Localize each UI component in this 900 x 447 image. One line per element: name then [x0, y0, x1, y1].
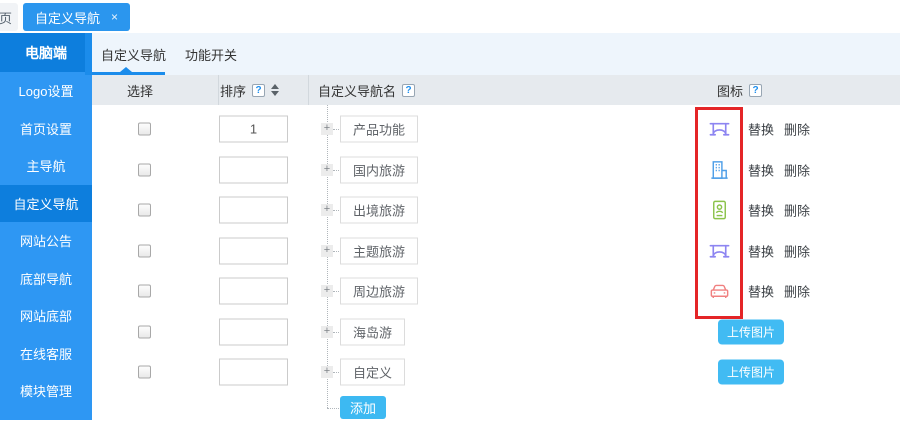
- row-checkbox[interactable]: [138, 325, 151, 338]
- upload-image-button[interactable]: 上传图片: [718, 360, 784, 385]
- sidebar-item[interactable]: Logo设置: [0, 72, 92, 110]
- active-tab-accent: [85, 33, 92, 75]
- delete-link[interactable]: 删除: [784, 201, 810, 220]
- sort-order-input[interactable]: [219, 237, 288, 264]
- tree-expand-icon[interactable]: +: [321, 245, 333, 257]
- tree-expand-icon[interactable]: +: [321, 285, 333, 297]
- replace-link[interactable]: 替换: [748, 282, 774, 301]
- sidebar-item[interactable]: 模块管理: [0, 372, 92, 410]
- row-checkbox[interactable]: [138, 163, 151, 176]
- row-actions: 替换删除: [748, 120, 810, 139]
- tab-custom-nav[interactable]: 自定义导航: [101, 33, 166, 75]
- window-tab-bar: 页 自定义导航 ×: [0, 0, 900, 33]
- sidebar-item[interactable]: 自定义导航: [0, 185, 92, 223]
- sort-order-input[interactable]: [219, 197, 288, 224]
- sidebar-item[interactable]: 在线客服: [0, 335, 92, 373]
- tab-feature-switch[interactable]: 功能开关: [185, 33, 237, 75]
- nav-name-button[interactable]: 海岛游: [340, 318, 405, 345]
- row-actions: 替换删除: [748, 282, 810, 301]
- tree-expand-icon[interactable]: +: [321, 366, 333, 378]
- sort-order-input[interactable]: [219, 318, 288, 345]
- delete-link[interactable]: 删除: [784, 160, 810, 179]
- table-row: + 周边旅游 替换删除: [92, 271, 900, 312]
- sidebar-item[interactable]: 子站管理: [0, 410, 92, 447]
- row-actions: 替换删除: [748, 241, 810, 260]
- upload-image-button[interactable]: 上传图片: [718, 319, 784, 344]
- bridge-icon: [708, 239, 731, 262]
- table-header: 选择 排序 ? 自定义导航名 ? 图标 ?: [92, 75, 900, 105]
- table-row: + 出境旅游 替换删除: [92, 190, 900, 231]
- table-row: + 产品功能 替换删除: [92, 109, 900, 150]
- table-row: + 自定义 上传图片: [92, 352, 900, 393]
- delete-link[interactable]: 删除: [784, 282, 810, 301]
- sidebar-item[interactable]: 主导航: [0, 147, 92, 185]
- content-tab-strip: 自定义导航 功能开关: [92, 33, 900, 75]
- nav-name-button[interactable]: 出境旅游: [340, 197, 418, 224]
- close-icon[interactable]: ×: [111, 10, 118, 24]
- sort-order-input[interactable]: [219, 278, 288, 305]
- sidebar-item[interactable]: 底部导航: [0, 260, 92, 298]
- nav-name-button[interactable]: 主题旅游: [340, 237, 418, 264]
- nav-name-button[interactable]: 产品功能: [340, 116, 418, 143]
- row-checkbox[interactable]: [138, 204, 151, 217]
- tree-expand-icon[interactable]: +: [321, 326, 333, 338]
- nav-name-button[interactable]: 国内旅游: [340, 156, 418, 183]
- row-checkbox[interactable]: [138, 123, 151, 136]
- column-divider: [308, 75, 309, 105]
- tree-expand-icon[interactable]: +: [321, 164, 333, 176]
- sort-order-input[interactable]: [219, 359, 288, 386]
- replace-link[interactable]: 替换: [748, 120, 774, 139]
- help-icon[interactable]: ?: [749, 84, 762, 97]
- active-tab-caret-icon: [120, 67, 132, 72]
- sort-order-input[interactable]: [219, 156, 288, 183]
- sort-arrows-icon[interactable]: [271, 84, 279, 96]
- help-icon[interactable]: ?: [252, 84, 265, 97]
- sidebar: 电脑端 Logo设置首页设置主导航自定义导航网站公告底部导航网站底部在线客服模块…: [0, 33, 92, 420]
- table-row: + 主题旅游 替换删除: [92, 231, 900, 272]
- delete-link[interactable]: 删除: [784, 241, 810, 260]
- tree-expand-icon[interactable]: +: [321, 204, 333, 216]
- car-icon: [708, 280, 731, 303]
- nav-name-button[interactable]: 周边旅游: [340, 278, 418, 305]
- replace-link[interactable]: 替换: [748, 160, 774, 179]
- tree-corner: [327, 408, 339, 409]
- badge-icon: [708, 199, 731, 222]
- sort-order-input[interactable]: [219, 116, 288, 143]
- row-actions: 替换删除: [748, 201, 810, 220]
- row-actions: 替换删除: [748, 160, 810, 179]
- tree-expand-icon[interactable]: +: [321, 123, 333, 135]
- help-icon[interactable]: ?: [402, 84, 415, 97]
- nav-name-button[interactable]: 自定义: [340, 359, 405, 386]
- header-sort: 排序: [220, 81, 246, 100]
- delete-link[interactable]: 删除: [784, 120, 810, 139]
- browser-tab-partial[interactable]: 页: [0, 3, 18, 31]
- header-select: 选择: [127, 81, 153, 100]
- sidebar-item[interactable]: 首页设置: [0, 110, 92, 148]
- column-divider: [218, 75, 219, 105]
- sidebar-header: 电脑端: [0, 33, 92, 72]
- row-checkbox[interactable]: [138, 366, 151, 379]
- header-nav-name: 自定义导航名: [318, 81, 396, 100]
- building-icon: [708, 158, 731, 181]
- table-row: + 国内旅游 替换删除: [92, 150, 900, 191]
- replace-link[interactable]: 替换: [748, 241, 774, 260]
- main-content: 自定义导航 功能开关 选择 排序 ? 自定义导航名 ? 图标 ? 添加: [92, 33, 900, 420]
- active-tab-label: 自定义导航: [35, 8, 100, 27]
- row-checkbox[interactable]: [138, 244, 151, 257]
- table-body: 添加 +产品功能替换删除+国内旅游替换删除+出境旅游替换删除+主题旅游替换删除+…: [92, 105, 900, 420]
- bridge-icon: [708, 118, 731, 141]
- table-row: + 海岛游 上传图片: [92, 312, 900, 353]
- row-checkbox[interactable]: [138, 285, 151, 298]
- sidebar-item[interactable]: 网站公告: [0, 222, 92, 260]
- browser-tab-active[interactable]: 自定义导航 ×: [23, 3, 130, 31]
- replace-link[interactable]: 替换: [748, 201, 774, 220]
- header-icon: 图标: [717, 81, 743, 100]
- add-button[interactable]: 添加: [340, 396, 386, 419]
- sidebar-item[interactable]: 网站底部: [0, 297, 92, 335]
